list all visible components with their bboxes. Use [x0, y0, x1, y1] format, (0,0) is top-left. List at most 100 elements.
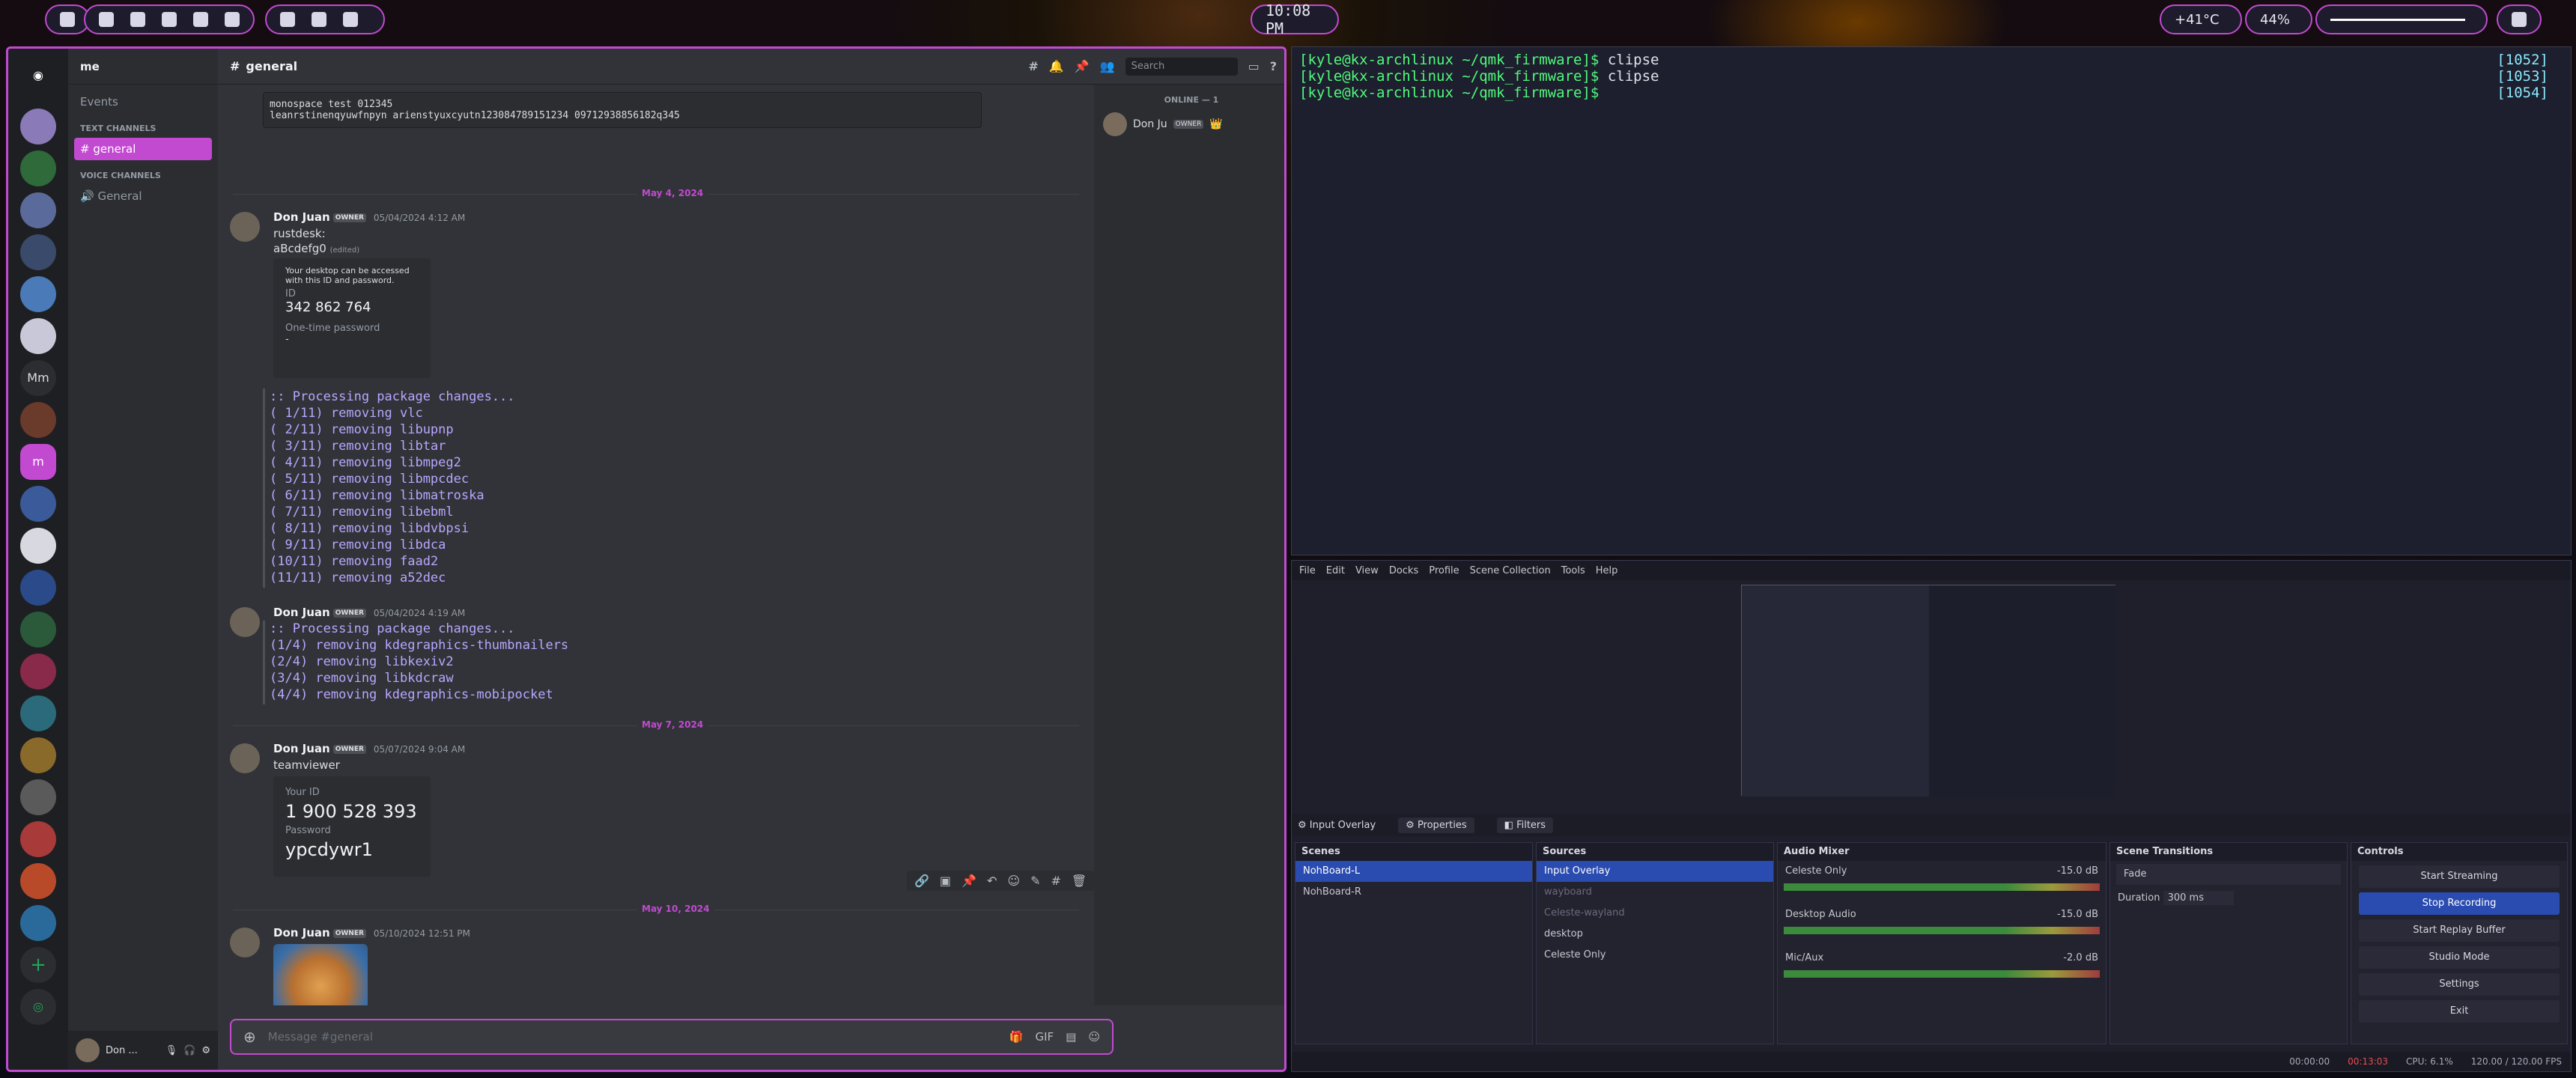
volume-slider[interactable]: [2315, 4, 2488, 34]
server-icon[interactable]: [20, 150, 56, 186]
discord-home-icon[interactable]: ◉: [20, 58, 56, 94]
menu-item-docks[interactable]: Docks: [1389, 565, 1418, 576]
source-item[interactable]: Input Overlay: [1537, 861, 1773, 882]
obs-preview[interactable]: [1741, 585, 2116, 797]
studio-mode-button[interactable]: Studio Mode: [2359, 946, 2560, 969]
server-icon[interactable]: [20, 779, 56, 815]
server-icon[interactable]: [20, 821, 56, 857]
message-input[interactable]: ⊕ Message #general 🎁 GIF ▤ ☺: [230, 1019, 1114, 1055]
text-category[interactable]: TEXT CHANNELS: [68, 115, 218, 136]
start-streaming-button[interactable]: Start Streaming: [2359, 865, 2560, 888]
server-icon[interactable]: [20, 234, 56, 270]
settings-button[interactable]: Settings: [2359, 973, 2560, 996]
terminal-icon[interactable]: [280, 12, 295, 27]
sticker-icon[interactable]: ▤: [1066, 1030, 1076, 1044]
calendar-icon[interactable]: [343, 12, 358, 27]
start-replay-buffer-button[interactable]: Start Replay Buffer: [2359, 919, 2560, 942]
search-input[interactable]: Search: [1125, 57, 1238, 76]
server-icon[interactable]: [20, 486, 56, 522]
message-author[interactable]: Don Juan OWNER 05/04/2024 4:12 AM: [273, 210, 465, 224]
duration-input[interactable]: 300 ms: [2163, 891, 2234, 905]
launcher-pill[interactable]: [45, 4, 90, 34]
terminal-window[interactable]: [kyle@kx-archlinux ~/qmk_firmware]$ clip…: [1291, 46, 2572, 555]
voice-channel-general[interactable]: 🔊 General: [74, 185, 212, 207]
members-icon[interactable]: 👥: [1100, 59, 1115, 73]
source-item[interactable]: Celeste Only: [1537, 945, 1773, 966]
monitor-icon[interactable]: [312, 12, 326, 27]
add-server-icon[interactable]: +: [20, 947, 56, 983]
events-item[interactable]: Events: [74, 91, 212, 113]
explore-icon[interactable]: ◎: [20, 989, 56, 1025]
threads-icon[interactable]: #: [1028, 59, 1038, 73]
message-author[interactable]: Don Juan OWNER 05/04/2024 4:19 AM: [273, 606, 465, 619]
mic-icon[interactable]: 🎙: [165, 1045, 178, 1056]
properties-button[interactable]: ⚙ Properties: [1398, 817, 1474, 833]
volume-meter[interactable]: [1784, 970, 2100, 978]
source-item[interactable]: wayboard: [1537, 882, 1773, 903]
emoji-icon[interactable]: ☺: [1088, 1030, 1100, 1044]
stop-recording-button[interactable]: Stop Recording: [2359, 892, 2560, 915]
voice-category[interactable]: VOICE CHANNELS: [68, 162, 218, 183]
source-item[interactable]: Celeste-wayland: [1537, 903, 1773, 924]
server-icon[interactable]: [20, 654, 56, 689]
pin-icon[interactable]: 📌: [1075, 59, 1090, 73]
reply-icon[interactable]: ↶: [987, 874, 997, 888]
server-icon[interactable]: [20, 528, 56, 564]
terminal-screenshot[interactable]: :: Processing package changes... (1/4) r…: [263, 621, 607, 704]
menu-item-edit[interactable]: Edit: [1326, 565, 1345, 576]
obs-icon[interactable]: [130, 12, 145, 27]
filters-button[interactable]: ◧ Filters: [1496, 817, 1554, 833]
rustdesk-image[interactable]: Your desktop can be accessed with this I…: [273, 258, 431, 378]
scene-item[interactable]: NohBoard-R: [1295, 882, 1532, 903]
avatar[interactable]: [230, 212, 260, 242]
inbox-icon[interactable]: ▭: [1248, 59, 1260, 73]
menu-item-view[interactable]: View: [1355, 565, 1379, 576]
terminal-screenshot[interactable]: :: Processing package changes... ( 1/11)…: [263, 389, 607, 588]
server-name[interactable]: me: [68, 49, 218, 85]
server-icon[interactable]: [20, 905, 56, 941]
power-pill[interactable]: [2497, 4, 2542, 34]
server-icon-selected[interactable]: m: [20, 444, 56, 480]
delete-icon[interactable]: 🗑: [1072, 874, 1087, 888]
exit-button[interactable]: Exit: [2359, 1000, 2560, 1023]
menu-item-profile[interactable]: Profile: [1429, 565, 1459, 576]
server-icon[interactable]: [20, 109, 56, 144]
steam-icon[interactable]: [99, 12, 114, 27]
volume-track[interactable]: [2330, 18, 2465, 21]
avatar[interactable]: [230, 607, 260, 637]
server-icon[interactable]: [20, 612, 56, 648]
cat-image[interactable]: [273, 944, 368, 1005]
gift-icon[interactable]: 🎁: [1009, 1030, 1024, 1044]
menu-item-help[interactable]: Help: [1596, 565, 1618, 576]
app-icon[interactable]: ▣: [940, 874, 951, 888]
message-author[interactable]: Don Juan OWNER 05/10/2024 12:51 PM: [273, 926, 470, 940]
arch-icon[interactable]: [60, 12, 75, 27]
server-icon[interactable]: [20, 570, 56, 606]
source-item[interactable]: desktop: [1537, 924, 1773, 945]
edit-icon[interactable]: ✎: [1030, 874, 1040, 888]
thread-icon[interactable]: #: [1051, 874, 1060, 888]
avatar[interactable]: [76, 1038, 100, 1062]
help-icon[interactable]: ?: [1270, 59, 1277, 73]
server-icon[interactable]: [20, 402, 56, 438]
bell-icon[interactable]: 🔔: [1049, 59, 1064, 73]
server-icon[interactable]: [20, 695, 56, 731]
menu-item-scene-collection[interactable]: Scene Collection: [1470, 565, 1551, 576]
volume-meter[interactable]: [1784, 883, 2100, 891]
avatar[interactable]: [230, 928, 260, 957]
server-icon[interactable]: [20, 192, 56, 228]
transition-select[interactable]: Fade: [2116, 864, 2341, 885]
avatar[interactable]: [230, 743, 260, 773]
power-icon[interactable]: [2512, 12, 2527, 27]
teamviewer-image[interactable]: Your ID 1 900 528 393 Password ypcdywr1: [273, 776, 431, 877]
member-item[interactable]: Don Ju OWNER 👑: [1094, 109, 1284, 139]
settings-icon[interactable]: ⚙: [201, 1045, 210, 1056]
scene-item[interactable]: NohBoard-L: [1295, 861, 1532, 882]
message-author[interactable]: Don Juan OWNER 05/07/2024 9:04 AM: [273, 742, 465, 755]
chrome-icon[interactable]: [225, 12, 240, 27]
menu-item-file[interactable]: File: [1299, 565, 1316, 576]
server-icon[interactable]: Mm: [20, 360, 56, 396]
volume-meter[interactable]: [1784, 927, 2100, 934]
menu-item-tools[interactable]: Tools: [1561, 565, 1585, 576]
emoji-icon[interactable]: ☺: [1007, 874, 1020, 888]
